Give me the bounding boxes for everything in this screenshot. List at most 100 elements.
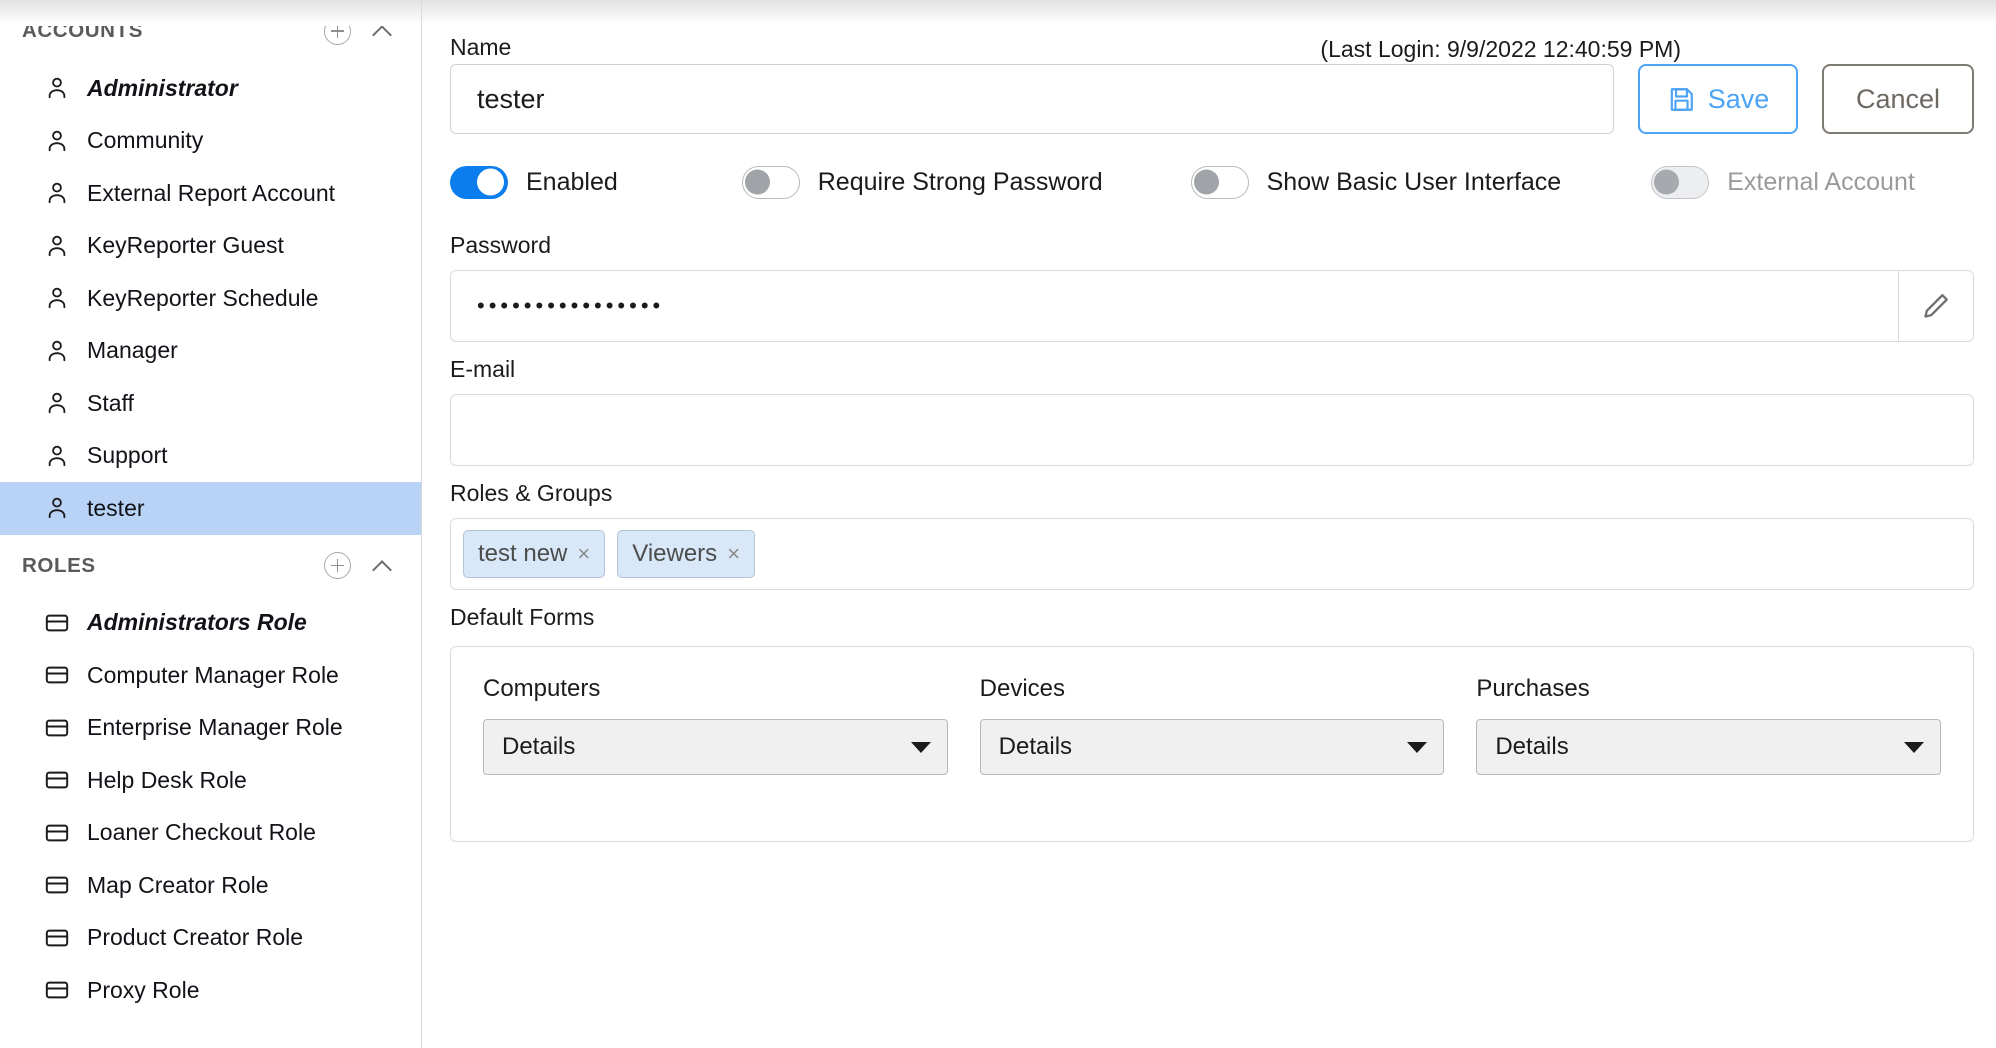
chevron-down-icon <box>911 742 931 753</box>
main-panel: Name (Last Login: 9/9/2022 12:40:59 PM) … <box>422 0 1996 1048</box>
name-input[interactable]: tester <box>450 64 1614 134</box>
sidebar-item-support[interactable]: Support <box>0 430 421 483</box>
password-label-row: Password <box>450 218 1974 270</box>
roles-groups-input[interactable]: test new × Viewers × <box>450 518 1974 590</box>
sidebar-item-product-creator-role[interactable]: Product Creator Role <box>0 912 421 965</box>
save-button-label: Save <box>1708 84 1770 115</box>
toggle-enabled[interactable] <box>450 166 508 199</box>
role-card-icon <box>44 767 70 793</box>
password-input[interactable]: •••••••••••••••• <box>450 270 1898 342</box>
toggle-require-strong-password[interactable] <box>742 166 800 199</box>
sidebar-item-proxy-role[interactable]: Proxy Role <box>0 964 421 1017</box>
role-chip-label: test new <box>478 540 567 568</box>
roles-groups-label-row: Roles & Groups <box>450 466 1974 518</box>
account-settings-screen: ACCOUNTS Administrator Community External R… <box>0 0 1996 1048</box>
save-button[interactable]: Save <box>1638 64 1798 134</box>
sidebar-item-label: Manager <box>87 339 178 362</box>
chevron-up-icon[interactable] <box>373 556 393 576</box>
user-icon <box>44 390 70 416</box>
sidebar-item-administrator[interactable]: Administrator <box>0 62 421 115</box>
toggle-label: Enabled <box>526 168 618 197</box>
name-header-row: Name (Last Login: 9/9/2022 12:40:59 PM) <box>450 0 1974 64</box>
cancel-button-label: Cancel <box>1856 84 1940 115</box>
sidebar-item-staff[interactable]: Staff <box>0 377 421 430</box>
role-chip-remove-icon[interactable]: × <box>577 543 590 565</box>
sidebar-item-label: Computer Manager Role <box>87 664 339 687</box>
sidebar-group-header-accounts: ACCOUNTS <box>0 0 421 62</box>
default-form-select-value: Details <box>502 733 911 761</box>
sidebar-scroll-area[interactable]: ACCOUNTS Administrator Community External R… <box>0 0 421 1017</box>
name-row: tester Save Cancel <box>450 64 1974 134</box>
default-forms-label-row: Default Forms <box>450 590 1974 642</box>
default-form-select-computers[interactable]: Details <box>483 719 948 775</box>
sidebar-item-map-creator-role[interactable]: Map Creator Role <box>0 859 421 912</box>
role-chip-viewers[interactable]: Viewers × <box>617 530 755 578</box>
sidebar-item-label: tester <box>87 497 145 520</box>
role-card-icon <box>44 872 70 898</box>
role-card-icon <box>44 715 70 741</box>
sidebar-item-computer-manager-role[interactable]: Computer Manager Role <box>0 649 421 702</box>
sidebar-item-community[interactable]: Community <box>0 115 421 168</box>
role-chip-test-new[interactable]: test new × <box>463 530 605 578</box>
sidebar-item-label: KeyReporter Schedule <box>87 287 318 310</box>
floppy-disk-icon <box>1667 85 1696 114</box>
default-form-select-purchases[interactable]: Details <box>1476 719 1941 775</box>
user-icon <box>44 233 70 259</box>
roles-groups-label: Roles & Groups <box>450 480 612 506</box>
email-label: E-mail <box>450 356 515 382</box>
default-form-select-value: Details <box>999 733 1408 761</box>
name-label: Name <box>450 36 511 59</box>
sidebar-item-keyreporter-schedule[interactable]: KeyReporter Schedule <box>0 272 421 325</box>
sidebar-item-label: Administrator <box>87 77 238 100</box>
toggle-show-basic-user-interface[interactable] <box>1191 166 1249 199</box>
toggle-knob <box>477 169 504 196</box>
role-chip-label: Viewers <box>632 540 717 568</box>
sidebar-item-label: Map Creator Role <box>87 874 269 897</box>
default-form-label-computers: Computers <box>483 677 948 701</box>
default-form-select-value: Details <box>1495 733 1904 761</box>
sidebar-item-label: Support <box>87 444 168 467</box>
default-form-select-devices[interactable]: Details <box>980 719 1445 775</box>
sidebar-item-keyreporter-guest[interactable]: KeyReporter Guest <box>0 220 421 273</box>
user-icon <box>44 285 70 311</box>
email-input[interactable] <box>450 394 1974 466</box>
role-card-icon <box>44 925 70 951</box>
user-icon <box>44 75 70 101</box>
last-login-text: (Last Login: 9/9/2022 12:40:59 PM) <box>1320 36 1681 63</box>
chevron-up-icon[interactable] <box>373 21 393 41</box>
role-card-icon <box>44 662 70 688</box>
toggles-row: Enabled Require Strong Password Show Basic… <box>450 146 1974 218</box>
sidebar-item-label: Help Desk Role <box>87 769 247 792</box>
sidebar-item-administrators-role[interactable]: Administrators Role <box>0 597 421 650</box>
role-card-icon <box>44 820 70 846</box>
user-icon <box>44 180 70 206</box>
role-card-icon <box>44 977 70 1003</box>
toggle-group-show-basic-user-interface: Show Basic User Interface <box>1191 166 1562 199</box>
sidebar-group-header-roles: ROLES <box>0 535 421 597</box>
sidebar-item-loaner-checkout-role[interactable]: Loaner Checkout Role <box>0 807 421 860</box>
sidebar-item-label: Proxy Role <box>87 979 199 1002</box>
plus-circle-icon[interactable] <box>324 552 351 579</box>
plus-circle-icon[interactable] <box>324 18 351 45</box>
sidebar-item-external-report-account[interactable]: External Report Account <box>0 167 421 220</box>
password-label: Password <box>450 232 551 258</box>
user-icon <box>44 128 70 154</box>
default-form-column-computers: Computers Details <box>483 677 948 807</box>
sidebar-item-manager[interactable]: Manager <box>0 325 421 378</box>
toggle-label: Require Strong Password <box>818 168 1103 197</box>
toggle-knob <box>745 170 770 195</box>
sidebar-item-enterprise-manager-role[interactable]: Enterprise Manager Role <box>0 702 421 755</box>
sidebar-item-label: Community <box>87 129 203 152</box>
default-form-column-purchases: PurchasesDetails <box>1476 677 1941 807</box>
password-edit-button[interactable] <box>1898 270 1974 342</box>
default-forms-label: Default Forms <box>450 604 594 630</box>
user-icon <box>44 338 70 364</box>
toggle-group-enabled: Enabled <box>450 166 618 199</box>
sidebar-item-label: Loaner Checkout Role <box>87 821 316 844</box>
role-chip-remove-icon[interactable]: × <box>727 543 740 565</box>
sidebar-item-help-desk-role[interactable]: Help Desk Role <box>0 754 421 807</box>
cancel-button[interactable]: Cancel <box>1822 64 1974 134</box>
sidebar-item-tester[interactable]: tester <box>0 482 421 535</box>
sidebar-item-label: Staff <box>87 392 134 415</box>
chevron-down-icon <box>1407 742 1427 753</box>
